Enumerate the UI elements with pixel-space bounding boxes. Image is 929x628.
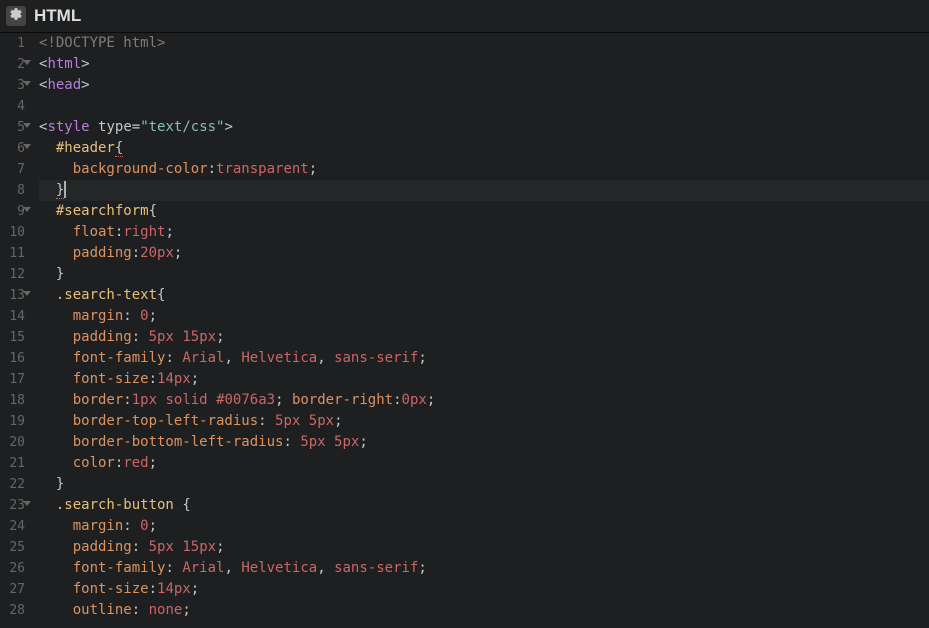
code-line[interactable]: <html> bbox=[39, 54, 929, 75]
settings-button[interactable] bbox=[6, 6, 26, 26]
line-number: 7 bbox=[0, 159, 25, 180]
fold-marker-icon[interactable] bbox=[23, 501, 31, 506]
line-number: 4 bbox=[0, 96, 25, 117]
line-number: 12 bbox=[0, 264, 25, 285]
line-number: 27 bbox=[0, 579, 25, 600]
code-line[interactable]: .search-button { bbox=[39, 495, 929, 516]
code-line[interactable]: padding:20px; bbox=[39, 243, 929, 264]
panel-title: HTML bbox=[34, 6, 81, 26]
code-line[interactable]: font-size:14px; bbox=[39, 579, 929, 600]
line-number: 24 bbox=[0, 516, 25, 537]
code-area[interactable]: <!DOCTYPE html><html><head> <style type="… bbox=[33, 33, 929, 628]
text-cursor bbox=[64, 181, 66, 198]
line-number: 8 bbox=[0, 180, 25, 201]
code-line[interactable]: #searchform{ bbox=[39, 201, 929, 222]
code-line[interactable]: <style type="text/css"> bbox=[39, 117, 929, 138]
fold-marker-icon[interactable] bbox=[23, 144, 31, 149]
fold-marker-icon[interactable] bbox=[23, 123, 31, 128]
code-line[interactable]: border-top-left-radius: 5px 5px; bbox=[39, 411, 929, 432]
code-editor[interactable]: 1234567891011121314151617181920212223242… bbox=[0, 33, 929, 628]
line-number: 3 bbox=[0, 75, 25, 96]
fold-marker-icon[interactable] bbox=[23, 81, 31, 86]
line-number: 26 bbox=[0, 558, 25, 579]
line-number: 14 bbox=[0, 306, 25, 327]
code-line[interactable]: font-size:14px; bbox=[39, 369, 929, 390]
line-number: 10 bbox=[0, 222, 25, 243]
line-number: 11 bbox=[0, 243, 25, 264]
line-number: 23 bbox=[0, 495, 25, 516]
code-line[interactable]: margin: 0; bbox=[39, 306, 929, 327]
code-line[interactable]: } bbox=[39, 264, 929, 285]
line-number: 22 bbox=[0, 474, 25, 495]
code-line[interactable]: margin: 0; bbox=[39, 516, 929, 537]
line-number: 19 bbox=[0, 411, 25, 432]
line-number: 16 bbox=[0, 348, 25, 369]
fold-marker-icon[interactable] bbox=[23, 207, 31, 212]
code-line[interactable]: <head> bbox=[39, 75, 929, 96]
code-line[interactable] bbox=[39, 96, 929, 117]
gear-icon bbox=[9, 7, 23, 25]
line-number: 6 bbox=[0, 138, 25, 159]
code-line[interactable]: font-family: Arial, Helvetica, sans-seri… bbox=[39, 348, 929, 369]
line-number: 15 bbox=[0, 327, 25, 348]
code-line[interactable]: .search-text{ bbox=[39, 285, 929, 306]
line-number: 18 bbox=[0, 390, 25, 411]
code-line[interactable]: padding: 5px 15px; bbox=[39, 537, 929, 558]
line-number: 17 bbox=[0, 369, 25, 390]
code-line[interactable]: border-bottom-left-radius: 5px 5px; bbox=[39, 432, 929, 453]
line-number: 28 bbox=[0, 600, 25, 621]
code-line[interactable]: background-color:transparent; bbox=[39, 159, 929, 180]
line-number: 9 bbox=[0, 201, 25, 222]
code-line[interactable]: border:1px solid #0076a3; border-right:0… bbox=[39, 390, 929, 411]
fold-marker-icon[interactable] bbox=[23, 60, 31, 65]
line-gutter: 1234567891011121314151617181920212223242… bbox=[0, 33, 33, 628]
line-number: 25 bbox=[0, 537, 25, 558]
code-line[interactable]: color:red; bbox=[39, 453, 929, 474]
line-number: 13 bbox=[0, 285, 25, 306]
fold-marker-icon[interactable] bbox=[23, 291, 31, 296]
line-number: 20 bbox=[0, 432, 25, 453]
code-line[interactable]: } bbox=[39, 474, 929, 495]
line-number: 5 bbox=[0, 117, 25, 138]
code-line[interactable]: padding: 5px 15px; bbox=[39, 327, 929, 348]
code-line[interactable]: float:right; bbox=[39, 222, 929, 243]
code-line[interactable]: } bbox=[39, 180, 929, 201]
panel-header: HTML bbox=[0, 0, 929, 33]
code-line[interactable]: <!DOCTYPE html> bbox=[39, 33, 929, 54]
code-line[interactable]: font-family: Arial, Helvetica, sans-seri… bbox=[39, 558, 929, 579]
code-line[interactable]: #header{ bbox=[39, 138, 929, 159]
line-number: 2 bbox=[0, 54, 25, 75]
line-number: 1 bbox=[0, 33, 25, 54]
line-number: 21 bbox=[0, 453, 25, 474]
code-line[interactable]: outline: none; bbox=[39, 600, 929, 621]
